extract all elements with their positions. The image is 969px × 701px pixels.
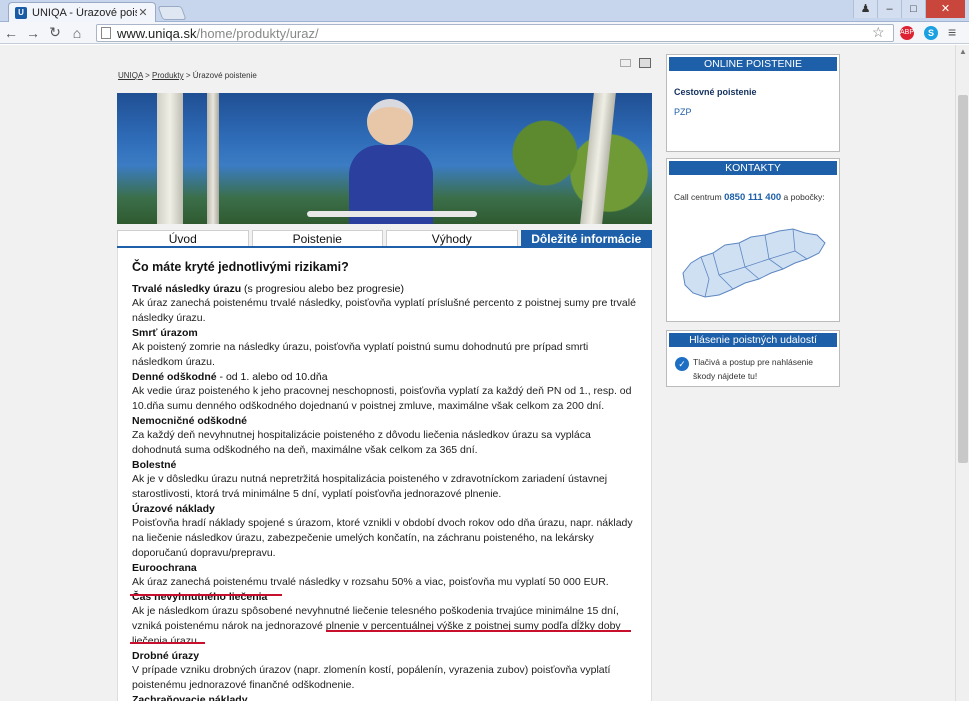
call-centre-text: Call centrum 0850 111 400 a pobočky: <box>674 192 834 203</box>
uniqa-favicon-icon: U <box>15 6 27 19</box>
browser-toolbar: ← → ↻ ⌂ www.uniqa.sk /home/produkty/uraz… <box>0 22 969 44</box>
risk-title: Drobné úrazy <box>132 649 637 663</box>
minimize-icon[interactable]: – <box>877 0 901 18</box>
risk-description: V prípade vzniku drobných úrazov (napr. … <box>132 664 611 691</box>
home-icon[interactable]: ⌂ <box>66 25 88 41</box>
annotation-underline <box>326 630 631 632</box>
risk-description: Poisťovňa hradí náklady spojené s úrazom… <box>132 517 633 559</box>
risk-title-text: Euroochrana <box>132 562 197 574</box>
risk-title-text: Drobné úrazy <box>132 650 200 662</box>
banner-leaves <box>497 113 652 213</box>
browser-menu-icon[interactable]: ≡ <box>948 24 956 40</box>
back-icon[interactable]: ← <box>0 25 22 41</box>
claims-box: Hlásenie poistných udalostí ✓ Tlačivá a … <box>666 330 840 387</box>
risk-title: Bolestné <box>132 458 637 472</box>
risk-title-text: Trvalé následky úrazu <box>132 283 242 295</box>
breadcrumb-separator: > <box>185 71 191 80</box>
reload-icon[interactable]: ↻ <box>44 24 66 41</box>
banner-handlebar <box>307 211 477 217</box>
adblock-extension-icon[interactable]: ABP <box>900 26 914 40</box>
contacts-heading: KONTAKTY <box>669 161 837 175</box>
page-icon <box>101 27 111 39</box>
risk-title: Euroochrana <box>132 561 637 575</box>
tab-vyhody[interactable]: Výhody <box>386 230 518 246</box>
risk-title-text: Úrazové náklady <box>132 503 215 515</box>
claims-heading: Hlásenie poistných udalostí <box>669 333 837 347</box>
page-viewport: UNIQA > Produkty > Úrazové poistenie Úvo… <box>0 45 955 701</box>
link-pzp[interactable]: PZP <box>674 107 692 117</box>
risk-title-text: Denné odškodné <box>132 371 217 383</box>
call-centre-prefix: Call centrum <box>674 192 722 202</box>
browser-tab[interactable]: U UNIQA - Úrazové poistenie ✕ <box>8 2 156 22</box>
checkmark-icon: ✓ <box>675 357 689 371</box>
risk-title-text: Smrť úrazom <box>132 327 198 339</box>
call-centre-phone[interactable]: 0850 111 400 <box>724 192 781 203</box>
banner-tree <box>157 93 183 224</box>
risk-title-text: Zachraňovacie náklady <box>132 694 248 701</box>
main-content: Čo máte kryté jednotlivými rizikami? Trv… <box>117 248 652 701</box>
risk-title-text: Bolestné <box>132 459 177 471</box>
risk-title: Zachraňovacie náklady <box>132 693 637 701</box>
breadcrumb-current: Úrazové poistenie <box>192 71 257 80</box>
risk-title: Trvalé následky úrazu (s progresiou aleb… <box>132 282 637 296</box>
window-controls: ♟ – □ ✕ <box>853 0 965 18</box>
risk-description: Ak vedie úraz poisteného k jeho pracovne… <box>132 385 632 412</box>
address-bar[interactable]: www.uniqa.sk /home/produkty/uraz/ <box>96 24 894 42</box>
maximize-icon[interactable]: □ <box>901 0 925 18</box>
slovakia-map[interactable] <box>679 223 829 303</box>
risk-description: Ak je v dôsledku úrazu nutná nepretržitá… <box>132 473 608 500</box>
url-host: www.uniqa.sk <box>117 25 197 41</box>
content-heading: Čo máte kryté jednotlivými rizikami? <box>132 260 349 274</box>
page-scrollbar[interactable]: ▲ <box>955 45 969 701</box>
skype-extension-icon[interactable]: S <box>924 26 938 40</box>
tab-close-icon[interactable]: ✕ <box>137 6 149 19</box>
hero-banner-image <box>117 93 652 224</box>
risk-title: Čas nevyhnutného liečenia <box>132 590 637 604</box>
risk-title-text: Nemocničné odškodné <box>132 415 247 427</box>
new-tab-button[interactable] <box>157 6 187 20</box>
risk-title-text: Čas nevyhnutného liečenia <box>132 591 268 603</box>
risk-description: Ak poistený zomrie na následky úrazu, po… <box>132 341 589 368</box>
claims-link[interactable]: Tlačivá a postup pre nahlásenie škody ná… <box>693 355 833 383</box>
url-path: /home/produkty/uraz/ <box>196 25 319 41</box>
close-window-icon[interactable]: ✕ <box>925 0 965 18</box>
tab-poistenie[interactable]: Poistenie <box>251 230 383 246</box>
call-centre-suffix: a pobočky: <box>783 192 825 202</box>
risk-title: Smrť úrazom <box>132 326 637 340</box>
email-icon[interactable] <box>620 59 631 67</box>
risk-title-suffix: (s progresiou alebo bez progresie) <box>241 283 404 295</box>
online-insurance-heading: ONLINE POISTENIE <box>669 57 837 71</box>
tab-title: UNIQA - Úrazové poistenie <box>32 6 137 19</box>
contacts-box: KONTAKTY Call centrum 0850 111 400 a pob… <box>666 158 840 322</box>
scroll-thumb[interactable] <box>958 95 968 463</box>
tab-uvod[interactable]: Úvod <box>117 230 249 246</box>
breadcrumb-link-produkty[interactable]: Produkty <box>152 71 184 80</box>
risk-title: Úrazové náklady <box>132 502 637 516</box>
link-cestovne-poistenie[interactable]: Cestovné poistenie <box>674 87 757 97</box>
banner-cyclist-head <box>367 99 413 145</box>
user-icon[interactable]: ♟ <box>853 0 877 18</box>
risk-list: Trvalé následky úrazu (s progresiou aleb… <box>132 282 637 701</box>
scroll-up-icon[interactable]: ▲ <box>959 47 967 56</box>
tab-dolezite-informacie[interactable]: Dôležité informácie <box>520 230 652 246</box>
risk-description: Ak úraz zanechá poistenému trvalé násled… <box>132 297 636 324</box>
risk-title: Nemocničné odškodné <box>132 414 637 428</box>
breadcrumb-separator: > <box>145 71 150 80</box>
print-icon[interactable] <box>639 58 651 68</box>
content-tabs: Úvod Poistenie Výhody Dôležité informáci… <box>117 230 652 248</box>
annotation-underline <box>130 642 205 644</box>
bookmark-star-icon[interactable]: ☆ <box>872 24 885 41</box>
risk-description: Ak je následkom úrazu spôsobené nevyhnut… <box>132 605 621 647</box>
banner-tree <box>207 93 219 224</box>
breadcrumb-link-uniqa[interactable]: UNIQA <box>118 71 143 80</box>
online-insurance-box: ONLINE POISTENIE Cestovné poistenie PZP <box>666 54 840 152</box>
forward-icon[interactable]: → <box>22 25 44 41</box>
breadcrumb: UNIQA > Produkty > Úrazové poistenie <box>118 71 257 80</box>
risk-description: Ak úraz zanechá poistenému trvalé násled… <box>132 576 609 588</box>
annotation-underline <box>130 594 282 596</box>
browser-tabstrip: U UNIQA - Úrazové poistenie ✕ ♟ – □ ✕ <box>0 0 969 22</box>
risk-title: Denné odškodné - od 1. alebo od 10.dňa <box>132 370 637 384</box>
risk-description: Za každý deň nevyhnutnej hospitalizácie … <box>132 429 591 456</box>
risk-title-suffix: - od 1. alebo od 10.dňa <box>216 371 328 383</box>
